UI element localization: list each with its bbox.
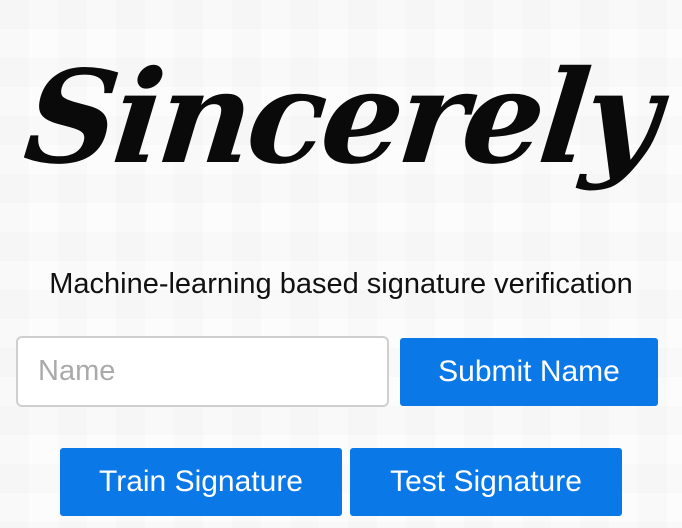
test-signature-button[interactable]: Test Signature [350,448,622,516]
tagline: Machine-learning based signature verific… [49,268,633,300]
name-input[interactable] [16,336,389,407]
submit-name-button[interactable]: Submit Name [400,338,658,406]
train-signature-button[interactable]: Train Signature [60,448,342,516]
logo: Sincerely [18,43,664,193]
